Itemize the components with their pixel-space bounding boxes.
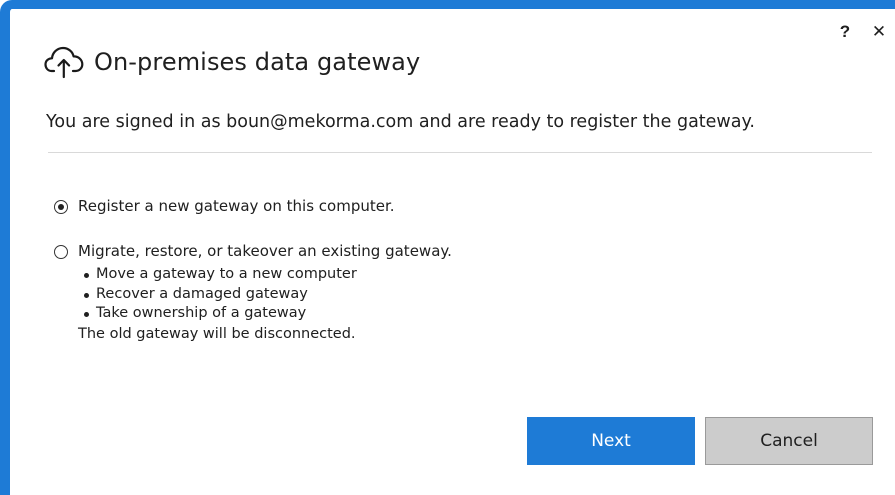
migrate-gateway-option[interactable]: Migrate, restore, or takeover an existin…	[54, 242, 452, 344]
register-new-gateway-option[interactable]: Register a new gateway on this computer.	[54, 197, 395, 216]
migrate-radio[interactable]	[54, 245, 68, 259]
disconnect-note: The old gateway will be disconnected.	[78, 325, 356, 342]
page-title: On-premises data gateway	[94, 48, 421, 76]
migrate-option-body: Migrate, restore, or takeover an existin…	[78, 242, 452, 344]
register-new-radio[interactable]	[54, 200, 68, 214]
window-controls: ? ✕	[837, 22, 887, 42]
list-item: Take ownership of a gateway	[82, 304, 452, 324]
list-item: Move a gateway to a new computer	[82, 265, 452, 285]
cloud-upload-icon	[44, 45, 84, 79]
migrate-bullet-list: Move a gateway to a new computer Recover…	[78, 265, 452, 324]
dialog-header: On-premises data gateway	[44, 45, 420, 79]
register-new-label: Register a new gateway on this computer.	[78, 197, 395, 215]
next-button[interactable]: Next	[527, 417, 695, 465]
signed-in-message: You are signed in as boun@mekorma.com an…	[46, 112, 755, 132]
list-item: Recover a damaged gateway	[82, 285, 452, 305]
gateway-dialog: ? ✕ On-premises data gateway You are sig…	[0, 0, 895, 495]
close-button[interactable]: ✕	[871, 22, 887, 42]
divider	[48, 152, 872, 153]
migrate-label: Migrate, restore, or takeover an existin…	[78, 242, 452, 260]
cancel-button[interactable]: Cancel	[705, 417, 873, 465]
help-button[interactable]: ?	[837, 22, 853, 42]
